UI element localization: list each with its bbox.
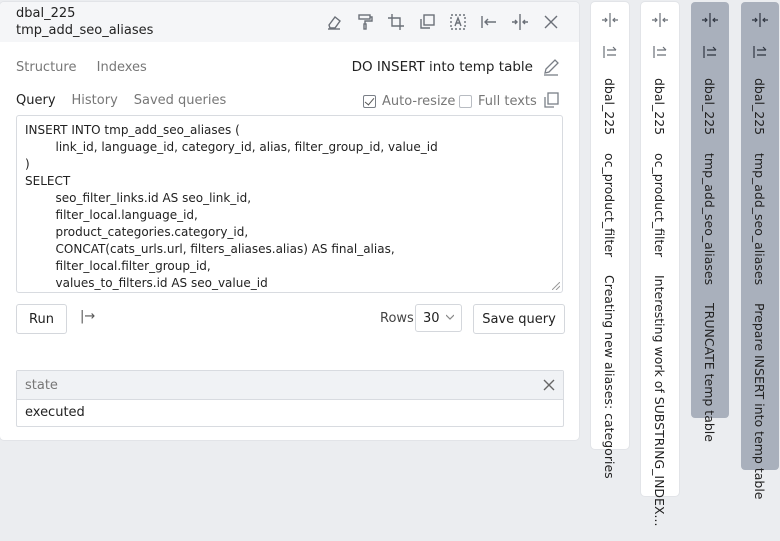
side-tab-desc: Prepare INSERT into temp table	[752, 303, 767, 500]
resize-handle-icon[interactable]	[552, 282, 560, 290]
rows-label: Rows	[380, 311, 414, 326]
checkbox-unchecked-icon	[459, 95, 472, 108]
side-tab-table: oc_product_filter	[652, 153, 667, 258]
text-select-icon[interactable]	[442, 10, 473, 34]
eraser-icon[interactable]	[318, 10, 349, 34]
sql-editor[interactable]: INSERT INTO tmp_add_seo_aliases ( link_i…	[16, 115, 563, 293]
side-tab-desc: Creating new aliases: categories	[602, 275, 617, 479]
side-tab-2[interactable]: dbal_225 oc_product_filter Interesting w…	[641, 2, 679, 527]
query-panel: dbal_225 tmp_add_seo_aliases Structure I…	[0, 2, 579, 440]
side-tab-1[interactable]: dbal_225 oc_product_filter Creating new …	[591, 2, 629, 479]
full-texts-checkbox[interactable]: Full texts	[459, 94, 537, 109]
collapse-left-icon[interactable]	[473, 10, 504, 34]
table-name: tmp_add_seo_aliases	[16, 23, 154, 38]
tab-history[interactable]: History	[72, 93, 118, 108]
pencil-icon[interactable]	[541, 57, 561, 77]
crop-icon[interactable]	[380, 10, 411, 34]
side-tab-3[interactable]: dbal_225 tmp_add_seo_aliases TRUNCATE te…	[691, 2, 729, 442]
result-header: state	[17, 371, 563, 400]
side-tab-table: tmp_add_seo_aliases	[752, 153, 767, 286]
result-value: executed	[25, 405, 85, 420]
close-icon[interactable]	[543, 379, 555, 391]
tab-query[interactable]: Query	[16, 93, 56, 108]
expand-icon[interactable]	[600, 44, 620, 60]
expand-icon[interactable]	[650, 44, 670, 60]
split-vertical-icon[interactable]	[650, 12, 670, 28]
chevron-down-icon	[446, 314, 454, 320]
close-icon[interactable]	[535, 10, 566, 34]
rows-select[interactable]: 30	[415, 304, 462, 332]
save-query-button[interactable]: Save query	[473, 304, 565, 334]
paint-roller-icon[interactable]	[349, 10, 380, 34]
tab-saved-queries[interactable]: Saved queries	[134, 93, 227, 108]
checkbox-checked-icon	[363, 95, 376, 108]
database-name: dbal_225	[16, 6, 76, 21]
rows-value: 30	[423, 310, 440, 326]
side-tab-4[interactable]: dbal_225 tmp_add_seo_aliases Prepare INS…	[741, 2, 779, 500]
query-tabs: Query History Saved queries	[16, 93, 226, 108]
copy-icon[interactable]	[542, 91, 560, 109]
side-tab-desc: TRUNCATE temp table	[702, 303, 717, 443]
duplicate-icon[interactable]	[411, 10, 442, 34]
expand-icon[interactable]	[750, 44, 770, 60]
split-vertical-icon[interactable]	[504, 10, 535, 34]
result-table: state executed	[16, 370, 564, 427]
auto-resize-label: Auto-resize	[382, 94, 456, 109]
auto-resize-checkbox[interactable]: Auto-resize	[363, 94, 455, 109]
result-column-label: state	[25, 377, 58, 393]
panel-toolbar	[318, 10, 566, 34]
tab-indexes[interactable]: Indexes	[97, 60, 147, 75]
side-tab-db: dbal_225	[602, 78, 617, 136]
panel-header: dbal_225 tmp_add_seo_aliases	[0, 2, 579, 42]
side-tab-table: oc_product_filter	[602, 153, 617, 258]
side-tab-label: dbal_225 tmp_add_seo_aliases TRUNCATE te…	[702, 78, 717, 456]
table-tabs: Structure Indexes	[16, 60, 163, 75]
side-tab-db: dbal_225	[702, 78, 717, 136]
side-tab-label: dbal_225 tmp_add_seo_aliases Prepare INS…	[752, 78, 767, 514]
split-vertical-icon[interactable]	[600, 12, 620, 28]
run-button[interactable]: Run	[16, 304, 67, 334]
sql-text[interactable]: INSERT INTO tmp_add_seo_aliases ( link_i…	[17, 116, 562, 292]
side-tab-db: dbal_225	[652, 78, 667, 136]
side-tab-label: dbal_225 oc_product_filter Interesting w…	[652, 78, 667, 541]
split-vertical-icon[interactable]	[750, 12, 770, 28]
tab-structure[interactable]: Structure	[16, 60, 76, 75]
query-title: DO INSERT into temp table	[351, 59, 533, 75]
side-tab-db: dbal_225	[752, 78, 767, 136]
full-texts-label: Full texts	[478, 94, 537, 109]
run-to-cursor-icon[interactable]: |→	[80, 309, 95, 324]
expand-icon[interactable]	[700, 44, 720, 60]
split-vertical-icon[interactable]	[700, 12, 720, 28]
side-tab-table: tmp_add_seo_aliases	[702, 153, 717, 286]
side-tab-label: dbal_225 oc_product_filter Creating new …	[602, 78, 617, 493]
side-tab-desc: Interesting work of SUBSTRING_INDEX...	[652, 275, 667, 527]
